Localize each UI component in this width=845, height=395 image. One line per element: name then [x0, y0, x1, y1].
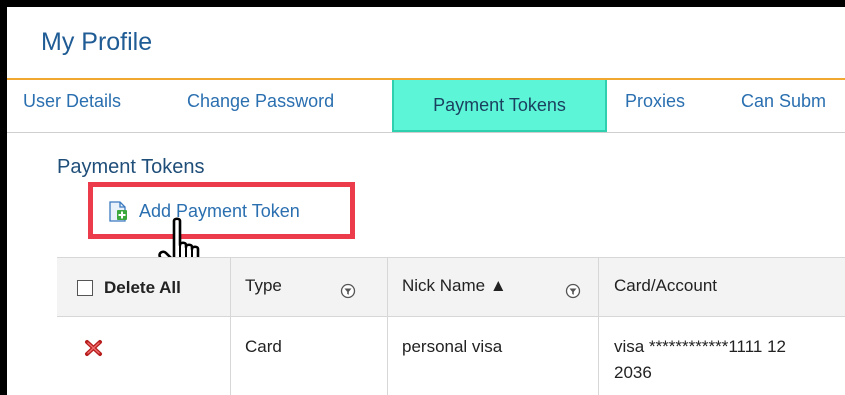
row-card-expiry: 2036 — [614, 363, 652, 382]
column-nick-name[interactable]: Nick Name ▲ — [402, 276, 507, 296]
column-type[interactable]: Type — [245, 276, 282, 296]
tabs-divider — [7, 132, 845, 133]
section-title: Payment Tokens — [57, 156, 205, 178]
column-card-account[interactable]: Card/Account — [614, 276, 717, 296]
tab-change-password[interactable]: Change Password — [187, 91, 334, 112]
row-type: Card — [245, 337, 282, 356]
header: My Profile — [7, 7, 845, 77]
add-document-icon[interactable] — [108, 201, 128, 223]
add-token-highlight: Add Payment Token — [88, 182, 355, 239]
column-divider — [387, 257, 388, 395]
grid-header: Delete All Type Nick Name ▲ Card/Account — [57, 257, 845, 317]
type-filter-icon[interactable] — [340, 283, 356, 299]
tab-payment-tokens[interactable]: Payment Tokens — [392, 80, 607, 132]
app-window: My Profile User Details Change Password … — [0, 0, 845, 395]
delete-row-icon[interactable] — [84, 339, 104, 357]
column-delete-all: Delete All — [104, 278, 181, 297]
row-card-account: visa ************1111 12 — [614, 337, 787, 356]
column-divider — [230, 257, 231, 395]
row-nick-name: personal visa — [402, 337, 503, 356]
delete-all-checkbox[interactable] — [77, 280, 93, 296]
tab-can-submit[interactable]: Can Subm — [741, 91, 826, 112]
tab-user-details[interactable]: User Details — [23, 91, 121, 112]
nick-name-filter-icon[interactable] — [565, 283, 581, 299]
page-title: My Profile — [41, 28, 153, 56]
column-divider — [598, 257, 599, 395]
payment-tokens-grid: Delete All Type Nick Name ▲ Card/Account… — [57, 257, 845, 395]
tab-proxies[interactable]: Proxies — [625, 91, 685, 112]
